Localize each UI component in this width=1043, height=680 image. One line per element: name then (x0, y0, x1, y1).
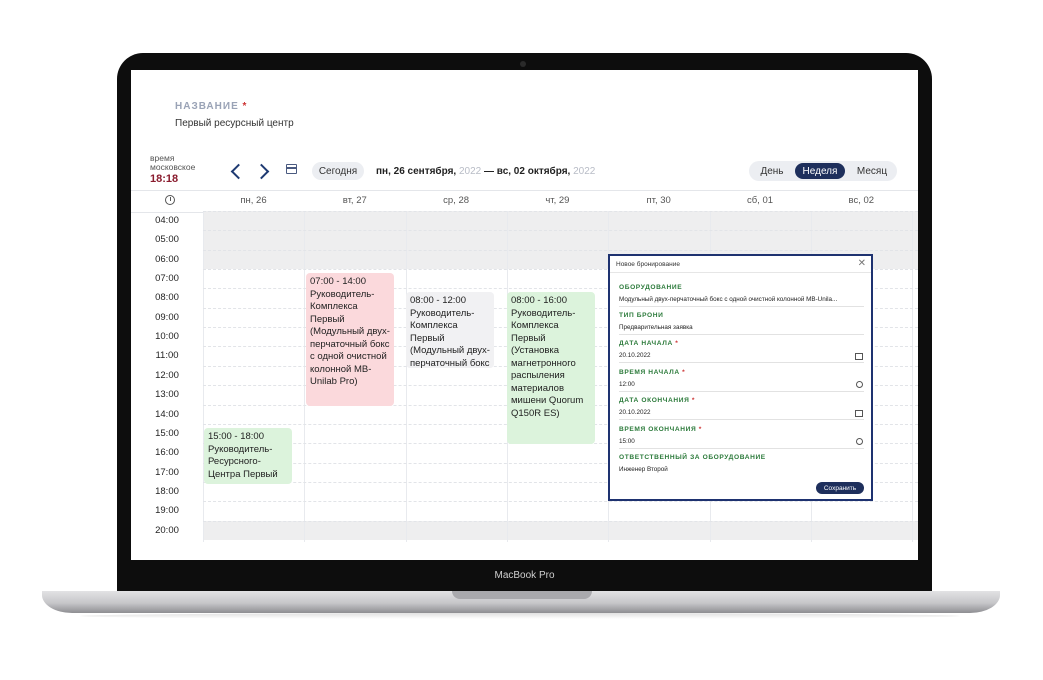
hour-row (203, 211, 918, 212)
calendar-icon[interactable] (855, 410, 863, 417)
start-date-input[interactable]: 20.10.2022 (619, 352, 651, 359)
hour-label: 19:00 (155, 505, 179, 517)
name-value: Первый ресурсный центр (175, 118, 294, 129)
prev-week-button[interactable] (226, 160, 246, 182)
hour-label: 18:00 (155, 485, 179, 497)
clock-icon[interactable] (856, 438, 863, 445)
event-title: Руководитель-Комплекса Первый (310, 288, 375, 325)
clock-icon (165, 195, 175, 205)
day-header: пн, 26 (240, 195, 267, 206)
hour-label: 14:00 (155, 408, 179, 420)
view-month-button[interactable]: Месяц (849, 163, 895, 179)
close-icon[interactable]: ✕ (858, 259, 866, 269)
modal-divider (610, 272, 871, 273)
start-date-label: ДАТА НАЧАЛА * (619, 340, 679, 347)
hour-label: 08:00 (155, 292, 179, 304)
event-title: Руководитель-Ресурсного-Центра Первый (208, 443, 278, 480)
equipment-label: ОБОРУДОВАНИЕ (619, 284, 683, 291)
hour-row (203, 520, 918, 522)
hour-label: 10:00 (155, 331, 179, 343)
column-divider (912, 211, 914, 542)
today-button[interactable]: Сегодня (312, 162, 364, 180)
timezone-label: время московское (150, 153, 196, 172)
event-thu[interactable]: 08:00 - 16:00 Руководитель-Комплекса Пер… (507, 292, 595, 444)
event-detail: (Установка магнетронного распыления мате… (511, 345, 584, 419)
event-wed[interactable]: 08:00 - 12:00 Руководитель-Комплекса Пер… (406, 292, 494, 368)
field-underline (619, 448, 864, 449)
chevron-left-icon (230, 163, 246, 179)
hour-label: 07:00 (155, 273, 179, 285)
field-underline (619, 391, 864, 392)
event-time: 08:00 - 16:00 (511, 295, 567, 306)
modal-title: Новое бронирование (616, 261, 680, 268)
event-detail: (Модульный двух-перчаточный бокс (410, 345, 490, 368)
event-time: 15:00 - 18:00 (208, 431, 264, 442)
day-header: вт, 27 (342, 195, 367, 206)
hour-row (203, 501, 918, 503)
booking-modal: Новое бронирование ✕ ОБОРУДОВАНИЕ Модуль… (608, 254, 873, 501)
hour-label: 20:00 (155, 524, 179, 536)
laptop-notch (452, 591, 592, 599)
event-mon[interactable]: 15:00 - 18:00 Руководитель-Ресурсного-Це… (204, 428, 292, 484)
start-time-input[interactable]: 12:00 (619, 381, 635, 388)
field-underline (619, 419, 864, 420)
current-time: 18:18 (150, 173, 179, 185)
responsible-value[interactable]: Инженер Второй (619, 466, 668, 473)
event-title: Руководитель-Комплекса Первый (410, 307, 475, 344)
hour-row (203, 249, 918, 251)
end-date-label: ДАТА ОКОНЧАНИЯ * (619, 397, 696, 404)
column-divider (405, 211, 407, 542)
device-brand: MacBook Pro (494, 570, 555, 581)
hour-label: 15:00 (155, 427, 179, 439)
day-header: сб, 01 (746, 195, 774, 206)
field-underline (619, 334, 864, 335)
field-underline (619, 306, 864, 307)
event-title: Руководитель-Комплекса Первый (511, 307, 576, 344)
event-detail: (Модульный двух-перчаточный бокс с одной… (310, 326, 390, 387)
booking-type-select[interactable]: Предварительная заявка (619, 324, 693, 331)
end-time-label: ВРЕМЯ ОКОНЧАНИЯ * (619, 426, 702, 433)
hour-label: 17:00 (155, 466, 179, 478)
next-week-button[interactable] (253, 160, 273, 182)
event-time: 08:00 - 12:00 (410, 295, 466, 306)
start-time-label: ВРЕМЯ НАЧАЛА * (619, 369, 686, 376)
calendar-icon[interactable] (286, 164, 297, 174)
hour-label: 13:00 (155, 389, 179, 401)
hour-label: 16:00 (155, 447, 179, 459)
hour-row (203, 230, 918, 232)
event-time: 07:00 - 14:00 (310, 276, 366, 287)
field-underline (619, 362, 864, 363)
name-label: НАЗВАНИЕ * (175, 101, 248, 112)
view-day-button[interactable]: День (753, 163, 791, 179)
hour-label: 05:00 (155, 234, 179, 246)
day-header: пт, 30 (646, 195, 671, 206)
camera (520, 61, 526, 67)
responsible-label: ОТВЕТСТВЕННЫЙ ЗА ОБОРУДОВАНИЕ (619, 454, 766, 461)
booking-type-label: ТИП БРОНИ (619, 312, 664, 319)
hour-label: 12:00 (155, 369, 179, 381)
equipment-select[interactable]: Модульный двух-перчаточный бокс с одной … (619, 296, 837, 303)
hour-label: 11:00 (155, 350, 179, 362)
hour-label: 09:00 (155, 311, 179, 323)
clock-icon[interactable] (856, 381, 863, 388)
save-button[interactable]: Сохранить (816, 482, 864, 494)
screen: НАЗВАНИЕ * Первый ресурсный центр время … (131, 70, 918, 560)
day-header: вс, 02 (848, 195, 875, 206)
chevron-right-icon (253, 163, 269, 179)
end-date-input[interactable]: 20.10.2022 (619, 409, 651, 416)
day-header: чт, 29 (545, 195, 570, 206)
laptop-shadow (80, 613, 960, 619)
column-divider (203, 211, 204, 542)
view-week-button[interactable]: Неделя (795, 163, 845, 179)
event-tue[interactable]: 07:00 - 14:00 Руководитель-Комплекса Пер… (306, 273, 394, 406)
day-header: ср, 28 (443, 195, 470, 206)
hour-label: 04:00 (155, 215, 179, 226)
end-time-input[interactable]: 15:00 (619, 438, 635, 445)
date-range: пн, 26 сентября, 2022 — вс, 02 октября, … (376, 166, 596, 177)
calendar-icon[interactable] (855, 353, 863, 360)
hour-label: 06:00 (155, 253, 179, 265)
